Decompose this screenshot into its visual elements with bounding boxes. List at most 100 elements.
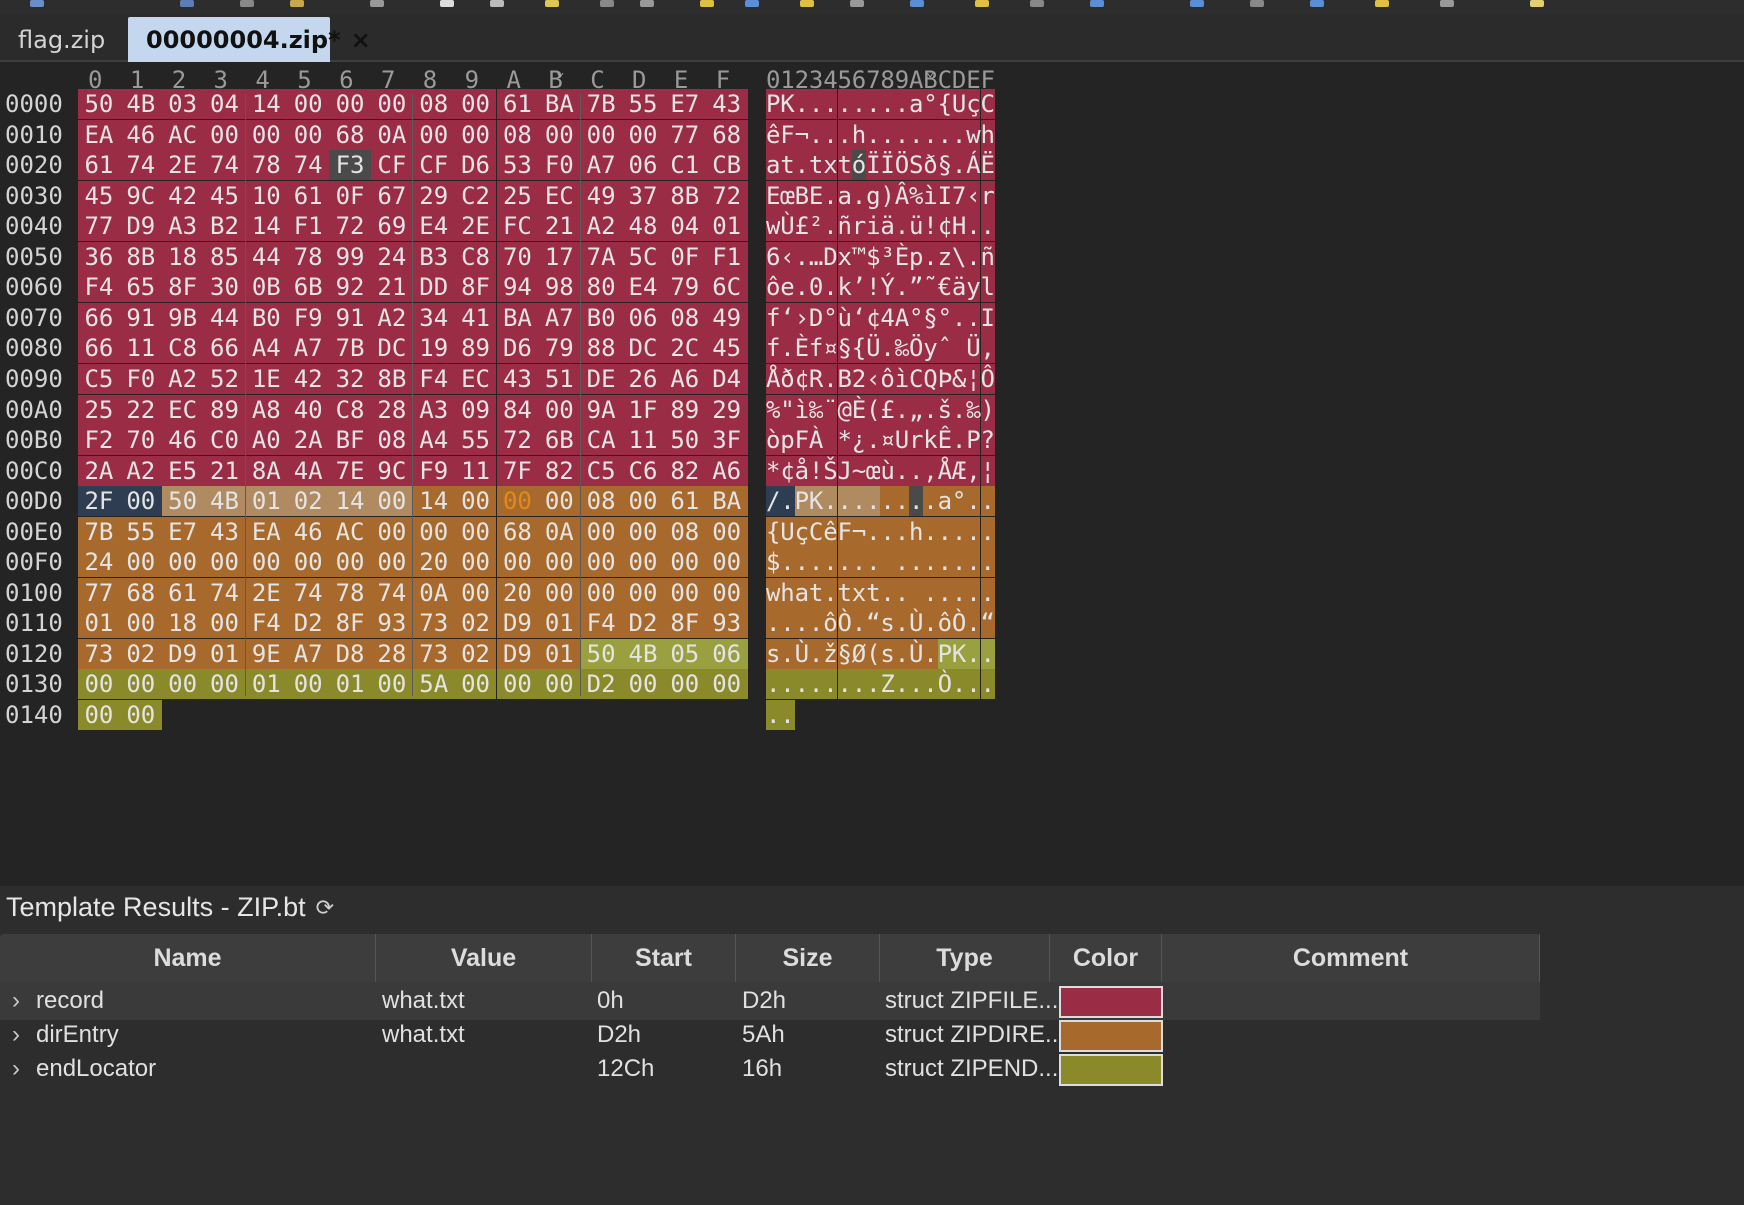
ascii-char-cell[interactable]: p xyxy=(780,425,795,456)
ascii-char-cell[interactable]: ô xyxy=(937,608,952,639)
ascii-char-cell[interactable]: § xyxy=(837,638,852,669)
ascii-char-cell[interactable]: . xyxy=(808,669,823,700)
hex-byte-cell[interactable]: 8F xyxy=(663,608,706,639)
hex-byte-cell[interactable]: 72 xyxy=(496,425,539,456)
ascii-char-cell[interactable]: . xyxy=(937,516,952,547)
ascii-char-cell[interactable]: ¬ xyxy=(794,119,809,150)
ascii-char-cell[interactable]: \ xyxy=(951,241,966,272)
ascii-char-cell[interactable]: Þ xyxy=(937,363,952,394)
hex-byte-cell[interactable]: 0F xyxy=(663,241,706,272)
hex-byte-cell[interactable]: 00 xyxy=(622,669,664,700)
ascii-char-cell[interactable]: ¤ xyxy=(880,425,895,456)
table-row[interactable]: › record what.txt 0h D2h struct ZIPFILE... xyxy=(0,982,1540,1020)
hex-byte-cell[interactable]: 00 xyxy=(705,516,748,547)
ascii-char-cell[interactable]: . xyxy=(837,669,852,700)
hex-byte-cell[interactable]: 00 xyxy=(245,119,288,150)
hex-byte-cell[interactable]: 50 xyxy=(580,638,623,669)
ascii-char-cell[interactable]: Ò xyxy=(951,608,966,639)
hex-byte-cell[interactable]: 89 xyxy=(203,394,246,425)
ascii-char-cell[interactable]: ˆ xyxy=(937,333,952,364)
ascii-char-cell[interactable]: Ô xyxy=(980,363,995,394)
hex-byte-cell[interactable]: 00 xyxy=(622,516,664,547)
ascii-char-cell[interactable]: ” xyxy=(909,272,923,303)
hex-byte-cell[interactable]: 61 xyxy=(287,180,330,211)
hex-byte-cell[interactable]: C8 xyxy=(161,333,204,364)
hex-byte-cell[interactable]: 10 xyxy=(245,180,288,211)
ascii-char-cell[interactable]: / xyxy=(766,486,780,517)
ascii-char-cell[interactable]: U xyxy=(780,516,795,547)
ascii-char-cell[interactable]: . xyxy=(808,89,823,119)
ascii-char-cell[interactable]: . xyxy=(980,547,995,578)
hex-byte-cell[interactable]: D8 xyxy=(329,638,371,669)
ascii-char-cell[interactable]: . xyxy=(894,272,909,303)
ascii-char-cell[interactable]: s xyxy=(880,638,895,669)
ascii-char-cell[interactable]: . xyxy=(880,89,895,119)
hex-byte-cell[interactable]: BA xyxy=(705,486,748,517)
hex-byte-cell[interactable]: 42 xyxy=(161,180,204,211)
hex-byte-cell[interactable]: F9 xyxy=(287,302,330,333)
ascii-char-cell[interactable]: Ù xyxy=(794,638,809,669)
ascii-char-cell[interactable]: ¢ xyxy=(866,302,881,333)
ascii-char-cell[interactable]: ¦ xyxy=(980,455,995,486)
ascii-char-cell[interactable]: . xyxy=(966,211,981,242)
ascii-char-cell[interactable]: { xyxy=(937,89,952,119)
ascii-char-cell[interactable]: § xyxy=(923,302,938,333)
tab-00000004-zip[interactable]: 00000004.zip* × xyxy=(128,17,371,62)
ascii-char-cell[interactable]: A xyxy=(894,302,909,333)
ascii-char-cell[interactable]: . xyxy=(823,547,838,578)
hex-byte-cell[interactable]: 8B xyxy=(370,363,413,394)
ascii-char-cell[interactable]: . xyxy=(794,150,809,181)
hex-byte-cell[interactable]: E4 xyxy=(412,211,455,242)
column-header-value[interactable]: Value xyxy=(376,934,592,982)
ascii-char-cell[interactable]: { xyxy=(766,516,780,547)
ascii-char-cell[interactable]: . xyxy=(794,272,809,303)
hex-byte-cell[interactable]: 00 xyxy=(538,486,581,517)
hex-byte-cell[interactable]: 02 xyxy=(287,486,330,517)
ascii-char-cell[interactable]: S xyxy=(909,150,923,181)
ascii-char-cell[interactable]: “ xyxy=(980,608,995,639)
ascii-char-cell[interactable]: . xyxy=(894,394,909,425)
hex-byte-cell[interactable]: 6B xyxy=(538,425,581,456)
ascii-char-cell[interactable]: ‰ xyxy=(808,394,823,425)
ascii-char-cell[interactable]: & xyxy=(951,363,966,394)
chevron-right-icon[interactable]: › xyxy=(12,1016,20,1054)
hex-byte-cell[interactable]: 7F xyxy=(496,455,539,486)
ascii-char-cell[interactable]: . xyxy=(980,577,995,608)
hex-byte-cell[interactable]: 14 xyxy=(412,486,455,517)
hex-byte-cell[interactable]: A8 xyxy=(245,394,288,425)
hex-byte-cell[interactable]: 01 xyxy=(245,486,288,517)
ascii-char-cell[interactable]: x xyxy=(823,150,838,181)
ascii-char-cell[interactable]: k xyxy=(923,425,938,456)
hex-byte-cell[interactable]: D9 xyxy=(496,608,539,639)
ascii-char-cell[interactable]: ‹ xyxy=(966,180,981,211)
ascii-char-cell[interactable]: ! xyxy=(923,211,938,242)
hex-byte-cell[interactable]: 93 xyxy=(705,608,748,639)
toolbar-icon[interactable] xyxy=(700,0,714,7)
ascii-char-cell[interactable]: ó xyxy=(851,150,866,181)
hex-byte-cell[interactable]: A4 xyxy=(412,425,455,456)
hex-byte-cell[interactable]: F4 xyxy=(245,608,288,639)
ascii-char-cell[interactable]: . xyxy=(980,211,995,242)
ascii-char-cell[interactable]: ‘ xyxy=(851,302,866,333)
hex-byte-cell[interactable]: 04 xyxy=(203,89,246,119)
ascii-char-cell[interactable]: ’ xyxy=(851,272,866,303)
ascii-char-cell[interactable]: H xyxy=(951,211,966,242)
hex-byte-cell[interactable]: 00 xyxy=(454,89,497,119)
hex-byte-cell[interactable]: 2E xyxy=(245,577,288,608)
ascii-char-cell[interactable]: F xyxy=(794,425,809,456)
ascii-char-cell[interactable]: D xyxy=(823,241,838,272)
ascii-char-cell[interactable]: k xyxy=(837,272,852,303)
hex-byte-cell[interactable]: B2 xyxy=(203,211,246,242)
ascii-char-cell[interactable]: ð xyxy=(923,150,938,181)
hex-byte-cell[interactable]: 55 xyxy=(622,89,664,119)
hex-byte-cell[interactable]: 94 xyxy=(496,272,539,303)
hex-byte-cell[interactable]: 24 xyxy=(78,547,120,578)
ascii-char-cell[interactable]: . xyxy=(794,241,809,272)
ascii-char-cell[interactable]: ¢ xyxy=(780,455,795,486)
ascii-char-cell[interactable]: š xyxy=(937,394,952,425)
hex-byte-cell[interactable]: CF xyxy=(370,150,413,181)
hex-byte-cell[interactable]: B0 xyxy=(245,302,288,333)
ascii-char-cell[interactable]: œ xyxy=(780,180,795,211)
ascii-char-cell[interactable]: ç xyxy=(794,516,809,547)
hex-byte-cell[interactable]: 8B xyxy=(119,241,162,272)
